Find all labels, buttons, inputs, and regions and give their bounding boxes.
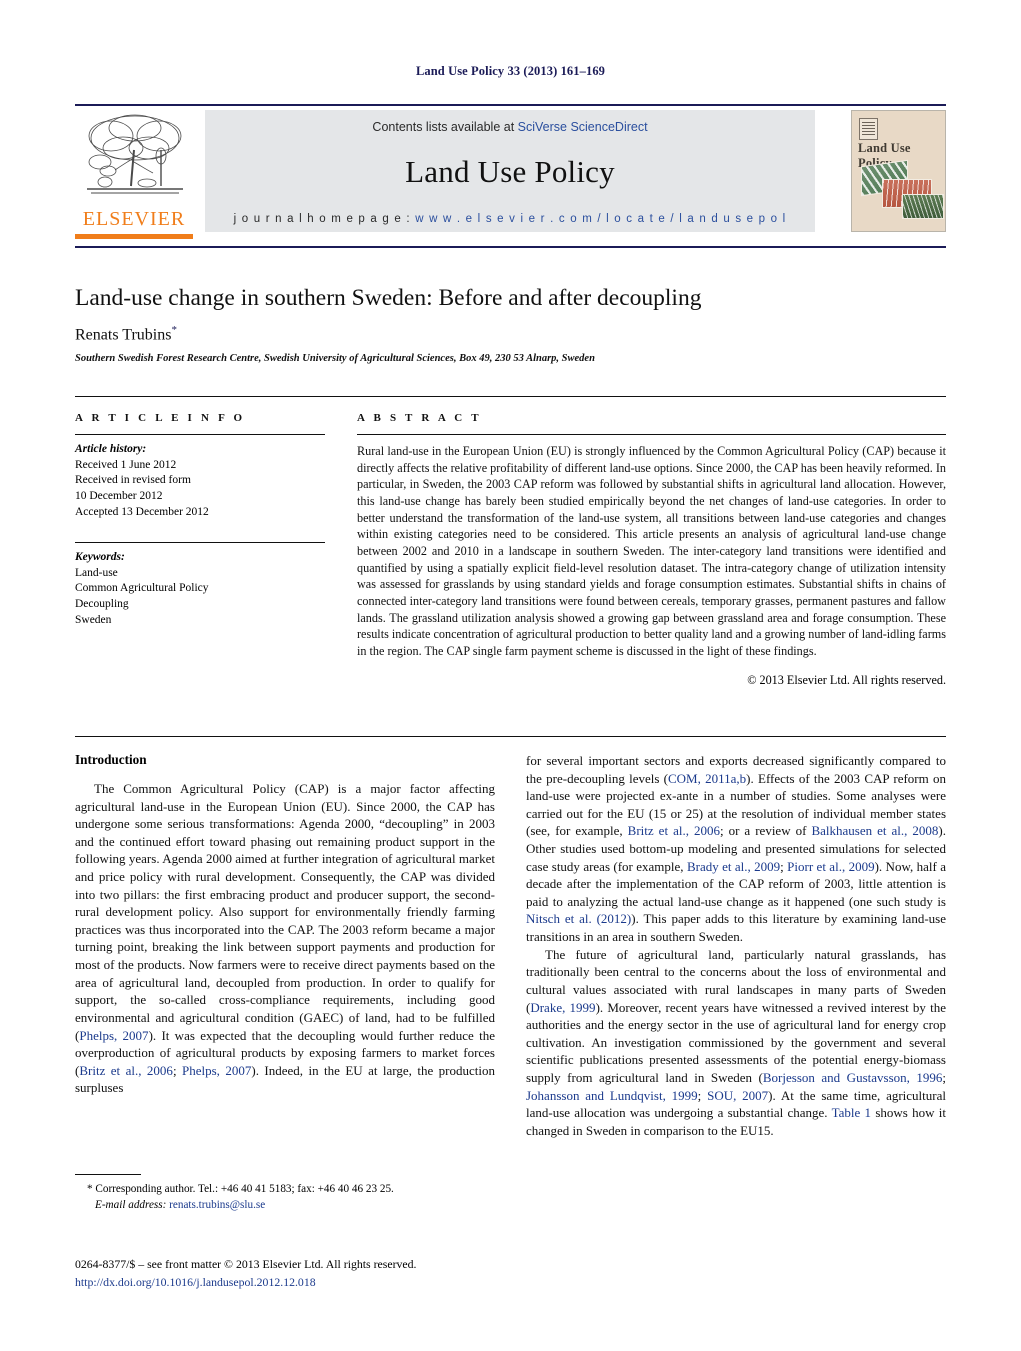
abstract-bottom-rule [75,736,946,737]
citation-link[interactable]: Piorr et al., 2009 [787,859,874,874]
keyword-item: Common Agricultural Policy [75,582,209,595]
abstract-heading: A B S T R A C T [357,412,482,424]
doi-link[interactable]: http://dx.doi.org/10.1016/j.landusepol.2… [75,1274,555,1292]
paragraph: The future of agricultural land, particu… [526,946,946,1140]
keyword-item: Sweden [75,613,112,626]
body-column-left: Introduction The Common Agricultural Pol… [75,752,495,1097]
contents-prefix: Contents lists available at [372,120,518,134]
masthead-top-rule [75,104,946,106]
article-title-block: Land-use change in southern Sweden: Befo… [75,285,946,364]
abstract-rule [357,434,946,435]
abstract-text: Rural land-use in the European Union (EU… [357,444,946,658]
elsevier-orange-bar [75,234,193,239]
citation-link[interactable]: Balkhausen et al., 2008 [811,823,938,838]
journal-masthead: ELSEVIER Contents lists available at Sci… [75,104,946,240]
history-accepted: Accepted 13 December 2012 [75,505,209,518]
journal-homepage-line: j o u r n a l h o m e p a g e : w w w . … [205,213,815,225]
citation-link[interactable]: Phelps, 2007 [79,1028,148,1043]
author-affiliation: Southern Swedish Forest Research Centre,… [75,353,595,365]
article-history-label: Article history: [75,443,147,455]
running-head: Land Use Policy 33 (2013) 161–169 [415,64,606,78]
paragraph-text: for several important sectors and export… [526,753,947,945]
colophon: 0264-8377/$ – see front matter © 2013 El… [75,1256,555,1291]
elsevier-logo: ELSEVIER [75,110,193,240]
cover-photo-forest-icon [902,194,944,219]
footnote-marker: * [87,1183,93,1195]
corresponding-author-marker: * [171,323,177,336]
homepage-url-link[interactable]: w w w . e l s e v i e r . c o m / l o c … [415,213,786,225]
front-matter-line: 0264-8377/$ – see front matter © 2013 El… [75,1257,417,1271]
paragraph-text: The future of agricultural land, particu… [526,946,947,1138]
paper-page: Land Use Policy 33 (2013) 161–169 ELSEVI… [0,0,1021,1351]
email-label: E-mail address: [95,1198,167,1211]
homepage-prefix: j o u r n a l h o m e p a g e : [233,213,416,225]
keyword-item: Land-use [75,566,118,579]
journal-band: Contents lists available at SciVerse Sci… [205,110,815,232]
citation-link[interactable]: Johansson and Lundqvist, 1999 [526,1088,698,1103]
history-revised-date: 10 December 2012 [75,489,163,502]
footnote-line-2: E-mail address: renats.trubins@slu.se [75,1198,495,1214]
keywords-block: Keywords: Land-use Common Agricultural P… [75,542,325,628]
info-top-rule [75,396,946,397]
abstract-column: A B S T R A C T Rural land-use in the Eu… [357,412,946,688]
footnote-corresponding: Corresponding author. Tel.: +46 40 41 51… [95,1183,394,1195]
citation-link[interactable]: Borjesson and Gustavsson, 1996 [763,1070,943,1085]
author-name: Renats Trubins* [75,324,946,344]
contents-available-line: Contents lists available at SciVerse Sci… [205,120,815,134]
paragraph: The Common Agricultural Policy (CAP) is … [75,780,495,1097]
citation-link[interactable]: COM, 2011a,b [668,771,746,786]
author-label: Renats Trubins [75,326,172,344]
keyword-item: Decoupling [75,598,129,610]
article-history-block: Article history: Received 1 June 2012 Re… [75,442,325,520]
journal-title: Land Use Policy [405,154,615,189]
email-link[interactable]: renats.trubins@slu.se [169,1199,265,1211]
citation-link[interactable]: Table 1 [832,1105,871,1120]
paragraph: for several important sectors and export… [526,752,946,946]
body-column-right: for several important sectors and export… [526,752,946,1139]
citation-link[interactable]: Britz et al., 2006 [79,1063,173,1078]
footnote-text: * Corresponding author. Tel.: +46 40 41 … [75,1182,495,1214]
elsevier-tree-icon [87,114,183,194]
page-title: Land-use change in southern Sweden: Befo… [75,285,702,311]
section-heading-introduction: Introduction [75,752,147,767]
history-received: Received 1 June 2012 [75,458,177,471]
sciencedirect-link[interactable]: SciVerse ScienceDirect [518,120,648,134]
article-info-heading: A R T I C L E I N F O [75,412,246,424]
keywords-label: Keywords: [75,551,125,564]
citation-link[interactable]: Brady et al., 2009 [687,859,780,874]
masthead-bottom-rule [75,246,946,248]
citation-link[interactable]: Nitsch et al. (2012) [526,911,631,926]
citation-link[interactable]: SOU, 2007 [707,1088,768,1103]
corresponding-author-footnote: * Corresponding author. Tel.: +46 40 41 … [75,1174,495,1214]
elsevier-wordmark: ELSEVIER [82,208,186,230]
abstract-copyright: © 2013 Elsevier Ltd. All rights reserved… [747,672,946,687]
keywords-rule [75,542,325,544]
article-info-rule [75,434,325,435]
paragraph-text: The Common Agricultural Policy (CAP) is … [75,781,496,1096]
keywords-list: Keywords: Land-use Common Agricultural P… [75,550,325,628]
citation-link[interactable]: Phelps, 2007 [182,1063,251,1078]
cover-emblem-icon [859,118,878,140]
footnote-rule [75,1174,141,1175]
citation-link[interactable]: Drake, 1999 [530,1000,595,1015]
footnote-line-1: * Corresponding author. Tel.: +46 40 41 … [75,1182,495,1198]
history-revised-label: Received in revised form [75,474,191,487]
journal-cover-thumbnail: Land Use Policy [851,110,946,232]
citation-link[interactable]: Britz et al., 2006 [628,823,720,838]
article-info-column: A R T I C L E I N F O Article history: R… [75,412,325,628]
